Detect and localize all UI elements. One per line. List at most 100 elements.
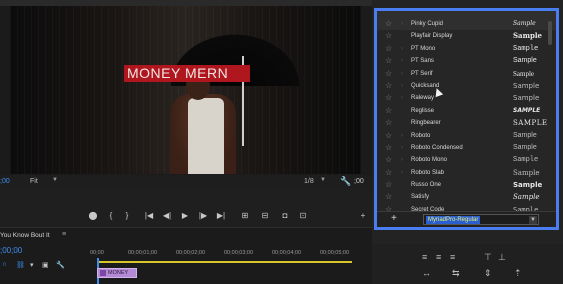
mark-out-icon[interactable]: } xyxy=(120,210,134,222)
add-marker-icon[interactable]: ▾ xyxy=(30,261,34,269)
zoom-select[interactable]: Fit xyxy=(30,178,38,185)
font-name: Satisfy xyxy=(411,194,430,201)
chevron-down-icon[interactable]: ▼ xyxy=(320,177,326,183)
work-area-bar[interactable] xyxy=(97,261,352,263)
font-sample: SAMPLE xyxy=(513,119,548,128)
leading-icon[interactable]: ⇕ xyxy=(484,268,492,279)
star-icon[interactable]: ☆ xyxy=(385,18,395,30)
resolution-select[interactable]: 1/8 xyxy=(304,178,314,185)
font-list-item[interactable]: ☆ › Roboto Condensed Sample xyxy=(377,142,556,154)
align-middle-icon[interactable]: ⊥ xyxy=(498,252,506,263)
go-to-in-icon[interactable]: |◀ xyxy=(142,210,156,222)
font-list[interactable]: ☆ › Pinky Cupid Sample ☆ Playfair Displa… xyxy=(377,18,556,216)
add-font-button[interactable]: + xyxy=(391,213,397,224)
menu-icon[interactable]: ≡ xyxy=(62,231,66,238)
playhead-timecode[interactable]: ;00 xyxy=(0,178,10,185)
time-ruler[interactable]: 00;00 00;00;01;00 00;00;02;00 00;00;03;0… xyxy=(90,250,372,258)
linked-selection-icon[interactable]: ⛓ xyxy=(16,261,25,269)
star-icon[interactable]: ☆ xyxy=(385,43,395,55)
font-sample: Sample xyxy=(513,143,537,151)
wrench-icon[interactable]: 🔧 xyxy=(340,176,351,187)
font-list-item[interactable]: ☆ Russo One Sample xyxy=(377,179,556,191)
font-list-item[interactable]: ☆ › Raleway Sample xyxy=(377,92,556,104)
font-sample: SAMPLE xyxy=(513,106,541,114)
ruler-tick: 00;00;01;00 xyxy=(128,250,158,256)
star-icon[interactable]: ☆ xyxy=(385,167,395,179)
scrollbar-thumb[interactable] xyxy=(548,21,552,45)
chevron-down-icon[interactable]: ▼ xyxy=(529,216,537,224)
add-button-icon[interactable]: + xyxy=(356,210,370,222)
font-sample: Sample xyxy=(513,44,539,53)
font-list-item[interactable]: ☆ Satisfy Sample xyxy=(377,191,556,203)
star-icon[interactable]: ☆ xyxy=(385,92,395,104)
font-name: Roboto xyxy=(411,132,431,139)
star-icon[interactable]: ☆ xyxy=(385,30,395,42)
ruler-tick: 00;00;03;00 xyxy=(224,250,254,256)
align-right-icon[interactable]: ≡ xyxy=(450,252,455,262)
go-to-out-icon[interactable]: ▶| xyxy=(214,210,228,222)
person-shirt xyxy=(188,98,224,174)
chevron-right-icon: › xyxy=(401,95,403,102)
align-top-icon[interactable]: ⊤ xyxy=(484,252,492,263)
step-forward-icon[interactable]: |▶ xyxy=(196,210,210,222)
star-icon[interactable]: ☆ xyxy=(385,142,395,154)
star-icon[interactable]: ☆ xyxy=(385,80,395,92)
font-family-input[interactable]: MyriadPro-Regular ▼ xyxy=(423,214,539,225)
star-icon[interactable]: ☆ xyxy=(385,55,395,67)
font-list-item[interactable]: ☆ › PT Mono Sample xyxy=(377,43,556,55)
wrench-icon[interactable]: 🔧 xyxy=(56,261,65,269)
kerning-icon[interactable]: ⇆ xyxy=(452,268,460,279)
font-name: Playfair Display xyxy=(411,33,453,40)
font-name: PT Serif xyxy=(411,70,433,77)
baseline-icon[interactable]: ⇡ xyxy=(514,268,522,279)
chevron-right-icon: › xyxy=(401,144,403,151)
font-name: Ringbearer xyxy=(411,120,441,127)
font-sample: Sample xyxy=(513,69,534,78)
font-sample: Sample xyxy=(513,193,540,202)
align-center-icon[interactable]: ≡ xyxy=(436,252,441,262)
align-left-icon[interactable]: ≡ xyxy=(422,252,427,262)
font-list-item[interactable]: ☆ Reglisse SAMPLE xyxy=(377,105,556,117)
title-clip[interactable]: MONEY xyxy=(97,268,137,278)
snap-icon[interactable]: ∩ xyxy=(2,261,7,268)
font-sample: Sample xyxy=(513,94,540,103)
program-monitor-video[interactable]: MONEY MERN xyxy=(10,6,361,174)
star-icon[interactable]: ☆ xyxy=(385,105,395,117)
font-sample: Sample xyxy=(513,31,543,41)
star-icon[interactable]: ☆ xyxy=(385,117,395,129)
star-icon[interactable]: ☆ xyxy=(385,191,395,203)
font-picker-popup[interactable]: ☆ › Pinky Cupid Sample ☆ Playfair Displa… xyxy=(374,8,559,230)
step-back-icon[interactable]: ◀| xyxy=(160,210,174,222)
chevron-right-icon: › xyxy=(401,82,403,89)
export-frame-icon[interactable]: ◘ xyxy=(278,210,292,222)
timeline-timecode[interactable]: ;00;00 xyxy=(0,246,22,255)
font-list-item[interactable]: ☆ Playfair Display Sample xyxy=(377,30,556,42)
ruler-tick: 00;00 xyxy=(90,250,104,256)
monitor-controls: ;00 Fit ▼ 1/8 ▼ 🔧 ;00 xyxy=(0,175,372,189)
star-icon[interactable]: ☆ xyxy=(385,68,395,80)
chevron-down-icon[interactable]: ▼ xyxy=(52,177,58,183)
sequence-tab[interactable]: You Know Bout It xyxy=(0,232,50,239)
font-list-item[interactable]: ☆ › Quicksand Sample xyxy=(377,80,556,92)
title-overlay[interactable]: MONEY MERN xyxy=(124,65,250,82)
play-icon[interactable]: ▶ xyxy=(178,210,192,222)
font-name: Roboto Slab xyxy=(411,169,445,176)
star-icon[interactable]: ☆ xyxy=(385,130,395,142)
clip-label: MONEY xyxy=(108,270,129,276)
button-editor-icon[interactable]: ⊡ xyxy=(296,210,310,222)
lift-icon[interactable]: ⊞ xyxy=(238,210,252,222)
star-icon[interactable]: ☆ xyxy=(385,179,395,191)
font-list-item[interactable]: ☆ › Pinky Cupid Sample xyxy=(377,18,556,31)
extract-icon[interactable]: ⊟ xyxy=(258,210,272,222)
font-list-item[interactable]: ☆ Ringbearer SAMPLE xyxy=(377,117,556,129)
font-list-item[interactable]: ☆ › Roboto Slab Sample xyxy=(377,167,556,179)
font-list-item[interactable]: ☆ › Roboto Mono Sample xyxy=(377,154,556,166)
tracking-icon[interactable]: ↔ xyxy=(422,268,431,278)
star-icon[interactable]: ☆ xyxy=(385,154,395,166)
font-list-item[interactable]: ☆ › Roboto Sample xyxy=(377,130,556,142)
timeline-display-icon[interactable]: ▣ xyxy=(42,261,49,269)
font-list-item[interactable]: ☆ › PT Sans Sample xyxy=(377,55,556,67)
add-marker-icon[interactable]: ⬤ xyxy=(86,210,100,222)
font-list-item[interactable]: ☆ › PT Serif Sample xyxy=(377,68,556,80)
mark-in-icon[interactable]: { xyxy=(104,210,118,222)
